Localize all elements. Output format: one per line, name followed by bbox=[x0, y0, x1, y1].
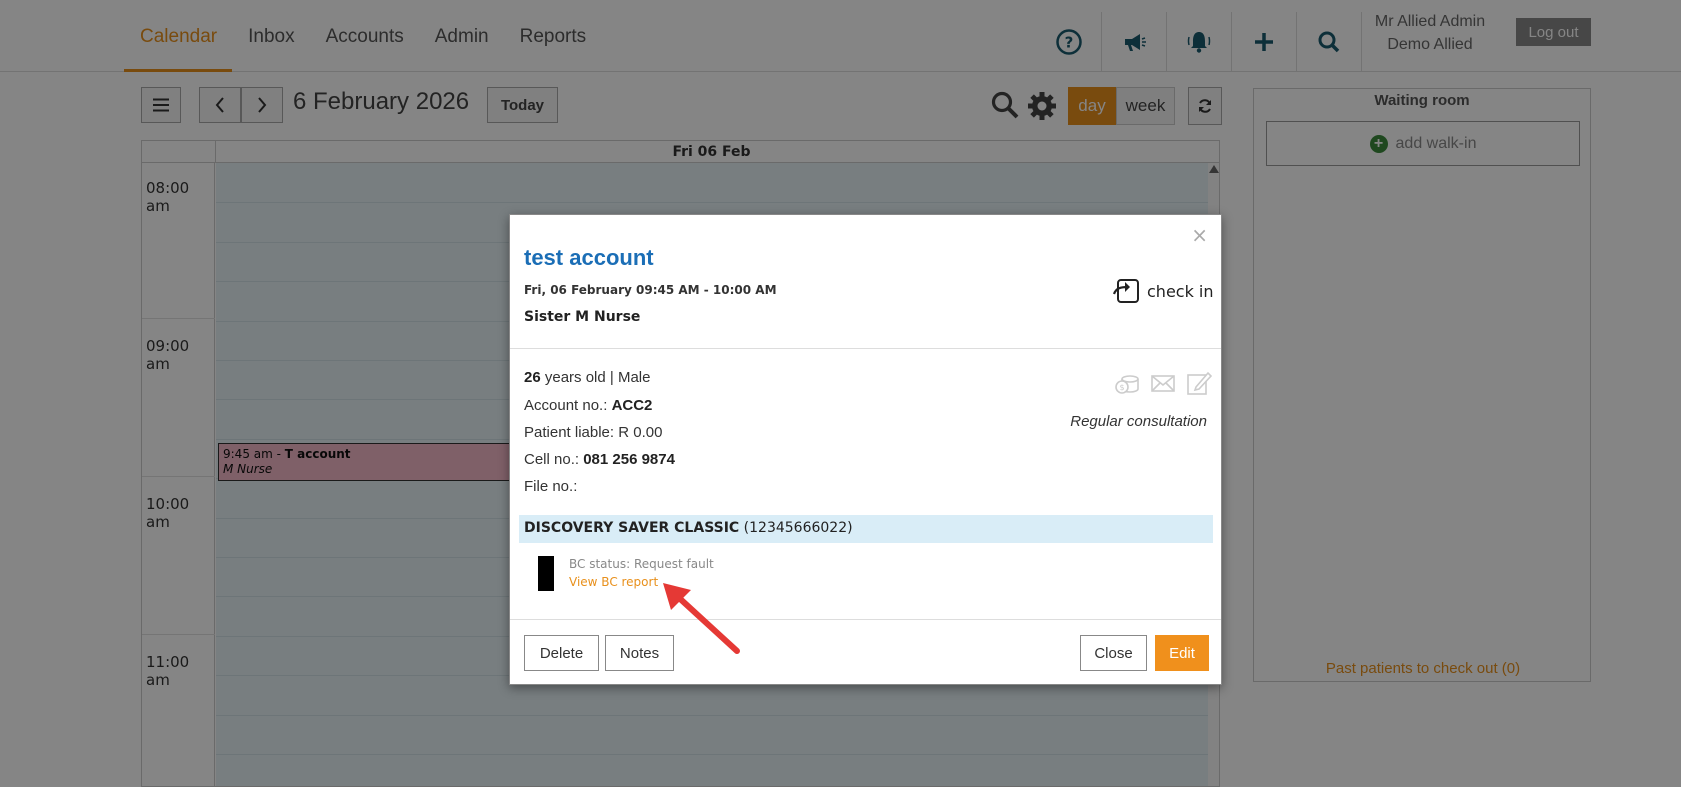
bc-status-text: BC status: Request fault bbox=[569, 557, 714, 571]
patient-liable-row: Patient liable: R 0.00 bbox=[524, 424, 662, 441]
patient-liable-label: Patient liable: bbox=[524, 424, 619, 441]
account-number: ACC2 bbox=[611, 397, 653, 414]
bc-status-indicator bbox=[538, 556, 554, 591]
modal-footer-divider bbox=[510, 619, 1221, 620]
file-number-label: File no.: bbox=[524, 478, 578, 495]
appointment-reason: Regular consultation bbox=[1070, 413, 1207, 430]
patient-sex: Male bbox=[617, 369, 651, 386]
close-button[interactable]: Close bbox=[1080, 635, 1147, 671]
edit-button[interactable]: Edit bbox=[1155, 635, 1209, 671]
patient-age: 26 bbox=[524, 369, 541, 386]
view-bc-report-link[interactable]: View BC report bbox=[569, 575, 658, 589]
patient-liable-value: R 0.00 bbox=[618, 424, 663, 441]
patient-age-sex: 26 years old | Male bbox=[524, 369, 650, 386]
scheme-name: DISCOVERY SAVER CLASSIC bbox=[524, 520, 740, 536]
age-sex-separator: | bbox=[605, 369, 618, 386]
modal-divider bbox=[510, 348, 1221, 349]
account-number-row: Account no.: ACC2 bbox=[524, 397, 652, 414]
scheme-number: (12345666022) bbox=[739, 520, 853, 536]
close-icon[interactable]: × bbox=[1191, 223, 1208, 247]
appointment-provider-name: Sister M Nurse bbox=[524, 309, 641, 325]
delete-button[interactable]: Delete bbox=[524, 635, 599, 671]
coins-icon[interactable]: $ bbox=[1114, 370, 1140, 396]
check-in-button[interactable]: check in bbox=[1113, 277, 1214, 305]
appointment-modal: × test account Fri, 06 February 09:45 AM… bbox=[509, 214, 1222, 685]
account-number-label: Account no.: bbox=[524, 397, 612, 414]
medical-scheme-bar: DISCOVERY SAVER CLASSIC (12345666022) bbox=[519, 515, 1213, 543]
annotation-arrow-icon bbox=[663, 583, 740, 654]
cell-number: 081 256 9874 bbox=[583, 451, 675, 468]
patient-age-suffix: years old bbox=[540, 369, 606, 386]
svg-text:$: $ bbox=[1119, 383, 1124, 392]
check-in-label: check in bbox=[1147, 281, 1214, 301]
modal-title: test account bbox=[524, 245, 654, 270]
modal-action-icons: $ bbox=[1114, 370, 1212, 396]
appointment-datetime: Fri, 06 February 09:45 AM - 10:00 AM bbox=[524, 283, 777, 297]
cell-number-label: Cell no.: bbox=[524, 451, 584, 468]
check-in-icon bbox=[1113, 279, 1139, 303]
cell-number-row: Cell no.: 081 256 9874 bbox=[524, 451, 675, 468]
edit-note-icon[interactable] bbox=[1186, 370, 1212, 396]
email-icon[interactable] bbox=[1150, 370, 1176, 396]
